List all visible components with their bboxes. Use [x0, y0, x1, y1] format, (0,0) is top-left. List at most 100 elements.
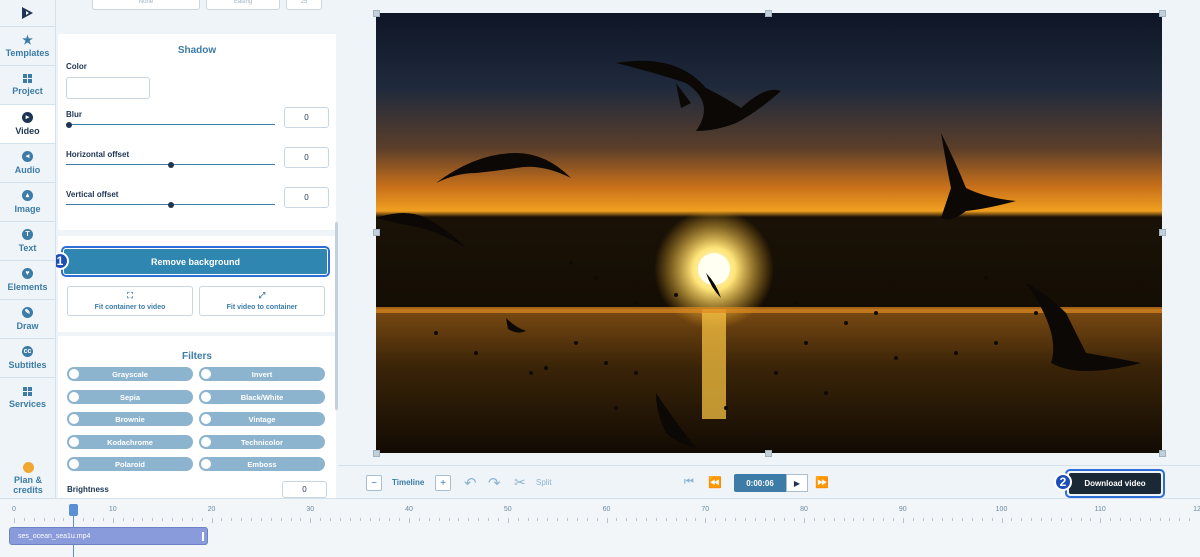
nav-subtitles[interactable]: cc Subtitles — [0, 339, 55, 378]
step-badge-2: 2 — [1054, 473, 1072, 491]
timeline-tick — [290, 518, 292, 521]
easing-select[interactable]: Easing — [206, 0, 280, 10]
timeline-tick — [142, 518, 144, 521]
timeline-tick — [409, 518, 410, 523]
filter-label: Technicolor — [241, 437, 283, 447]
fit-video-to-container-button[interactable]: ⤢ Fit video to container — [199, 286, 325, 316]
fit-container-to-video-button[interactable]: ⛶ Fit container to video — [67, 286, 193, 316]
timeline-tick — [547, 518, 549, 521]
playhead-handle[interactable] — [69, 504, 78, 516]
transition-select[interactable]: None — [92, 0, 200, 10]
grid-icon — [23, 74, 32, 83]
timeline-tick — [685, 518, 687, 521]
voffset-slider[interactable] — [66, 202, 275, 208]
split-label[interactable]: Split — [536, 478, 552, 487]
skip-start-icon[interactable]: ⏮ — [684, 476, 694, 489]
resize-handle-left[interactable] — [373, 229, 380, 236]
fast-forward-icon[interactable]: ⏩ — [815, 476, 829, 489]
filter-black-white[interactable]: Black/White — [199, 390, 325, 404]
video-clip[interactable]: ses_ocean_sea1u.mp4 — [9, 527, 208, 545]
filter-sepia[interactable]: Sepia — [67, 390, 193, 404]
app-logo[interactable] — [0, 0, 55, 27]
timeline-tick — [912, 518, 914, 521]
brightness-input[interactable]: 0 — [282, 481, 327, 498]
filter-invert[interactable]: Invert — [199, 367, 325, 381]
blur-slider-knob[interactable] — [66, 122, 72, 128]
nav-project[interactable]: Project — [0, 66, 55, 105]
timeline-tick — [339, 518, 341, 521]
resize-handle-bottom[interactable] — [765, 450, 772, 457]
timeline-tick — [616, 518, 618, 521]
voffset-input[interactable]: 0 — [284, 187, 329, 208]
nav-services[interactable]: Services — [0, 378, 55, 417]
timeline[interactable]: 0 10 20 30 40 50 60 70 80 90 100 110 120 ses_ocean_s… — [0, 498, 1200, 557]
hoffset-slider-knob[interactable] — [168, 162, 174, 168]
remove-background-highlight — [61, 246, 330, 277]
timeline-tick — [251, 518, 252, 521]
blur-input[interactable]: 0 — [284, 107, 329, 128]
voffset-slider-knob[interactable] — [168, 202, 174, 208]
shadow-title: Shadow — [177, 45, 217, 56]
filter-toggle — [201, 414, 211, 424]
duration-select[interactable]: 25 — [286, 0, 322, 10]
filter-vintage[interactable]: Vintage — [199, 412, 325, 426]
resize-handle-top[interactable] — [765, 10, 772, 17]
timeline-tick — [320, 518, 322, 521]
rewind-icon[interactable]: ⏪ — [708, 476, 722, 489]
filter-grayscale[interactable]: Grayscale — [67, 367, 193, 381]
filter-label: Polaroid — [114, 459, 145, 469]
undo-icon[interactable]: ↶ — [464, 474, 477, 492]
nav-label: Elements — [7, 282, 48, 292]
timeline-tick — [567, 518, 568, 521]
timeline-tick — [428, 518, 430, 521]
video-preview[interactable] — [376, 13, 1162, 453]
nav-plan-credits[interactable]: Plan & credits — [0, 458, 56, 498]
timeline-tick — [280, 518, 282, 521]
clip-trim-handle[interactable] — [202, 532, 204, 541]
shadow-section: Shadow Color Blur 0 Horizontal offset 0 … — [58, 34, 336, 230]
nav-image[interactable]: ▴ Image — [0, 183, 55, 222]
shadow-color-picker[interactable] — [66, 77, 150, 99]
hoffset-input[interactable]: 0 — [284, 147, 329, 168]
filter-kodachrome[interactable]: Kodachrome — [67, 435, 193, 449]
resize-handle-top-right[interactable] — [1159, 10, 1166, 17]
timeline-tick-label: 80 — [800, 506, 808, 513]
timeline-tick — [310, 518, 312, 523]
resize-handle-right[interactable] — [1159, 229, 1166, 236]
resize-handle-bottom-right[interactable] — [1159, 450, 1166, 457]
timeline-tick-label: 40 — [405, 506, 413, 513]
resize-handle-top-left[interactable] — [373, 10, 380, 17]
nav-templates[interactable]: ★ Templates — [0, 27, 55, 66]
timeline-tick — [172, 518, 173, 521]
timeline-tick — [497, 518, 499, 521]
blur-slider[interactable] — [66, 122, 275, 128]
image-icon: ▴ — [22, 190, 33, 201]
nav-video[interactable]: ▸ Video — [0, 105, 55, 144]
nav-draw[interactable]: ✎ Draw — [0, 300, 55, 339]
redo-icon[interactable]: ↷ — [488, 474, 501, 492]
timeline-tick — [389, 518, 391, 521]
hoffset-slider[interactable] — [66, 162, 275, 168]
play-button[interactable]: ▶ — [786, 474, 808, 492]
filter-technicolor[interactable]: Technicolor — [199, 435, 325, 449]
timeline-label: Timeline — [392, 478, 425, 487]
nav-audio[interactable]: ◂ Audio — [0, 144, 55, 183]
resize-handle-bottom-left[interactable] — [373, 450, 380, 457]
filter-emboss[interactable]: Emboss — [199, 457, 325, 471]
nav-label: Templates — [5, 47, 50, 58]
timeline-zoom-out-button[interactable]: − — [366, 475, 382, 491]
audio-icon: ◂ — [22, 151, 33, 162]
timeline-tick — [478, 518, 480, 521]
filter-toggle — [69, 437, 79, 447]
filter-polaroid[interactable]: Polaroid — [67, 457, 193, 471]
timeline-zoom-in-button[interactable]: + — [435, 475, 451, 491]
filter-brownie[interactable]: Brownie — [67, 412, 193, 426]
nav-elements[interactable]: ♥ Elements — [0, 261, 55, 300]
timeline-tick — [33, 518, 35, 521]
nav-text[interactable]: T Text — [0, 222, 55, 261]
scissors-icon[interactable]: ✂ — [514, 474, 526, 491]
timeline-tick — [665, 518, 667, 521]
timeline-tick — [1179, 518, 1181, 521]
timeline-tick — [794, 518, 796, 521]
voffset-label: Vertical offset — [66, 190, 119, 199]
